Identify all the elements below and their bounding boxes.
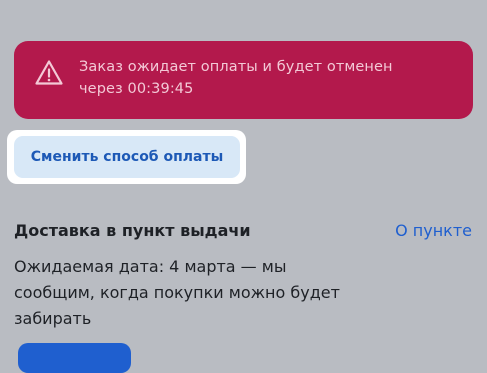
alert-line-1: Заказ ожидает оплаты и будет отменен	[79, 59, 393, 75]
alert-countdown: через 00:39:45	[79, 81, 194, 97]
change-payment-method-button[interactable]: Сменить способ оплаты	[14, 136, 240, 178]
delivery-description: Ожидаемая дата: 4 марта — мы сообщим, ко…	[14, 254, 384, 332]
bottom-action-button[interactable]	[18, 343, 131, 373]
delivery-description-line: Ожидаемая дата: 4 марта — мы	[14, 257, 287, 276]
alert-message: Заказ ожидает оплаты и будет отменен чер…	[79, 56, 393, 100]
delivery-description-line: забирать	[14, 309, 92, 328]
change-payment-container: Сменить способ оплаты	[7, 130, 246, 184]
delivery-description-line: сообщим, когда покупки можно будет	[14, 283, 340, 302]
delivery-title: Доставка в пункт выдачи	[14, 221, 251, 240]
payment-pending-alert: Заказ ожидает оплаты и будет отменен чер…	[14, 41, 473, 119]
warning-triangle-icon	[35, 60, 63, 85]
about-pickup-point-link[interactable]: О пункте	[395, 221, 472, 240]
